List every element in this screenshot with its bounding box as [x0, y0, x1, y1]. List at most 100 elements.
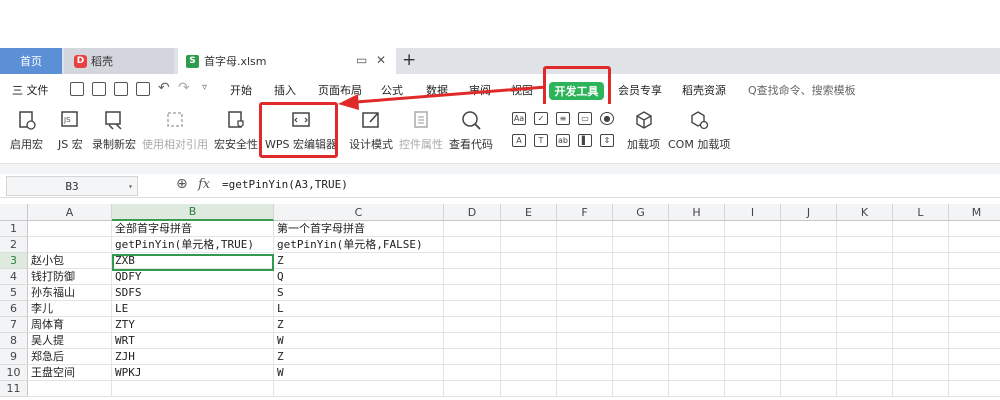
cell-h11[interactable]	[669, 381, 725, 397]
cell-h6[interactable]	[669, 301, 725, 317]
cell-e9[interactable]	[501, 349, 557, 365]
cell-d10[interactable]	[444, 365, 501, 381]
window-icon[interactable]: ▭	[356, 53, 367, 67]
cell-l10[interactable]	[893, 365, 949, 381]
cell-c7[interactable]: Z	[274, 317, 444, 333]
cell-l6[interactable]	[893, 301, 949, 317]
cell-i10[interactable]	[725, 365, 781, 381]
cell-g1[interactable]	[613, 221, 669, 237]
cell-c1[interactable]: 第一个首字母拼音	[274, 221, 444, 237]
relative-ref-button[interactable]: 使用相对引用	[142, 104, 208, 152]
row-header-1[interactable]: 1	[0, 221, 28, 237]
cell-a1[interactable]	[28, 221, 112, 237]
select-all-corner[interactable]	[0, 204, 28, 221]
cell-i2[interactable]	[725, 237, 781, 253]
cell-c4[interactable]: Q	[274, 269, 444, 285]
cell-m6[interactable]	[949, 301, 1000, 317]
column-header-m[interactable]: M	[949, 204, 1000, 221]
print-icon[interactable]	[114, 82, 128, 96]
cell-d7[interactable]	[444, 317, 501, 333]
cell-b8[interactable]: WRT	[112, 333, 274, 349]
cell-j7[interactable]	[781, 317, 837, 333]
row-header-5[interactable]: 5	[0, 285, 28, 301]
column-header-d[interactable]: D	[444, 204, 501, 221]
cell-a3[interactable]: 赵小包	[28, 253, 112, 269]
cell-e1[interactable]	[501, 221, 557, 237]
column-header-k[interactable]: K	[837, 204, 893, 221]
combobox-control-icon[interactable]: ▭	[578, 112, 592, 125]
cell-l5[interactable]	[893, 285, 949, 301]
cell-h1[interactable]	[669, 221, 725, 237]
export-icon[interactable]	[92, 82, 106, 96]
cell-k2[interactable]	[837, 237, 893, 253]
cell-f3[interactable]	[557, 253, 613, 269]
column-header-e[interactable]: E	[501, 204, 557, 221]
cell-l7[interactable]	[893, 317, 949, 333]
cell-a2[interactable]	[28, 237, 112, 253]
cell-f6[interactable]	[557, 301, 613, 317]
search-command[interactable]: Q查找命令、搜索模板	[748, 82, 856, 98]
cell-k8[interactable]	[837, 333, 893, 349]
cell-j8[interactable]	[781, 333, 837, 349]
cell-j10[interactable]	[781, 365, 837, 381]
cell-c5[interactable]: S	[274, 285, 444, 301]
redo-icon[interactable]: ↷	[178, 80, 190, 96]
cell-d4[interactable]	[444, 269, 501, 285]
cell-b2[interactable]: getPinYin(单元格,TRUE)	[112, 237, 274, 253]
cell-e3[interactable]	[501, 253, 557, 269]
cell-b1[interactable]: 全部首字母拼音	[112, 221, 274, 237]
name-box[interactable]: B3 ▾	[6, 176, 138, 196]
cell-i8[interactable]	[725, 333, 781, 349]
enable-macro-button[interactable]: 启用宏	[10, 104, 43, 152]
cell-k3[interactable]	[837, 253, 893, 269]
cell-a5[interactable]: 孙东福山	[28, 285, 112, 301]
cell-e2[interactable]	[501, 237, 557, 253]
cell-e5[interactable]	[501, 285, 557, 301]
cell-l2[interactable]	[893, 237, 949, 253]
cell-i3[interactable]	[725, 253, 781, 269]
cell-j6[interactable]	[781, 301, 837, 317]
save-icon[interactable]	[70, 82, 84, 96]
cell-f11[interactable]	[557, 381, 613, 397]
cell-c6[interactable]: L	[274, 301, 444, 317]
cell-c10[interactable]: W	[274, 365, 444, 381]
cell-d8[interactable]	[444, 333, 501, 349]
close-tab-icon[interactable]: ✕	[376, 53, 386, 67]
cell-m8[interactable]	[949, 333, 1000, 349]
column-header-j[interactable]: J	[781, 204, 837, 221]
cell-c2[interactable]: getPinYin(单元格,FALSE)	[274, 237, 444, 253]
cell-a4[interactable]: 钱打防御	[28, 269, 112, 285]
cell-l9[interactable]	[893, 349, 949, 365]
cell-g8[interactable]	[613, 333, 669, 349]
cell-d9[interactable]	[444, 349, 501, 365]
cell-e6[interactable]	[501, 301, 557, 317]
cell-g3[interactable]	[613, 253, 669, 269]
cell-i11[interactable]	[725, 381, 781, 397]
cell-j4[interactable]	[781, 269, 837, 285]
zoom-icon[interactable]: ⊕	[176, 176, 188, 192]
cell-e7[interactable]	[501, 317, 557, 333]
radio-control-icon[interactable]: ●	[600, 112, 614, 125]
cell-h2[interactable]	[669, 237, 725, 253]
cell-j3[interactable]	[781, 253, 837, 269]
active-cell-b3[interactable]	[112, 254, 274, 271]
cell-a6[interactable]: 李儿	[28, 301, 112, 317]
cell-k6[interactable]	[837, 301, 893, 317]
cell-l4[interactable]	[893, 269, 949, 285]
row-header-3[interactable]: 3	[0, 253, 28, 269]
row-header-2[interactable]: 2	[0, 237, 28, 253]
textbox-control-icon[interactable]: A	[512, 134, 526, 147]
cell-b9[interactable]: ZJH	[112, 349, 274, 365]
cell-f7[interactable]	[557, 317, 613, 333]
com-addins-button[interactable]: COM 加载项	[668, 104, 730, 152]
cell-e11[interactable]	[501, 381, 557, 397]
cell-a11[interactable]	[28, 381, 112, 397]
row-header-10[interactable]: 10	[0, 365, 28, 381]
cell-f10[interactable]	[557, 365, 613, 381]
cell-a9[interactable]: 郑急后	[28, 349, 112, 365]
cell-c8[interactable]: W	[274, 333, 444, 349]
cell-d11[interactable]	[444, 381, 501, 397]
cell-h4[interactable]	[669, 269, 725, 285]
scrollbar-control-icon[interactable]: ⇕	[600, 134, 614, 147]
cell-k9[interactable]	[837, 349, 893, 365]
